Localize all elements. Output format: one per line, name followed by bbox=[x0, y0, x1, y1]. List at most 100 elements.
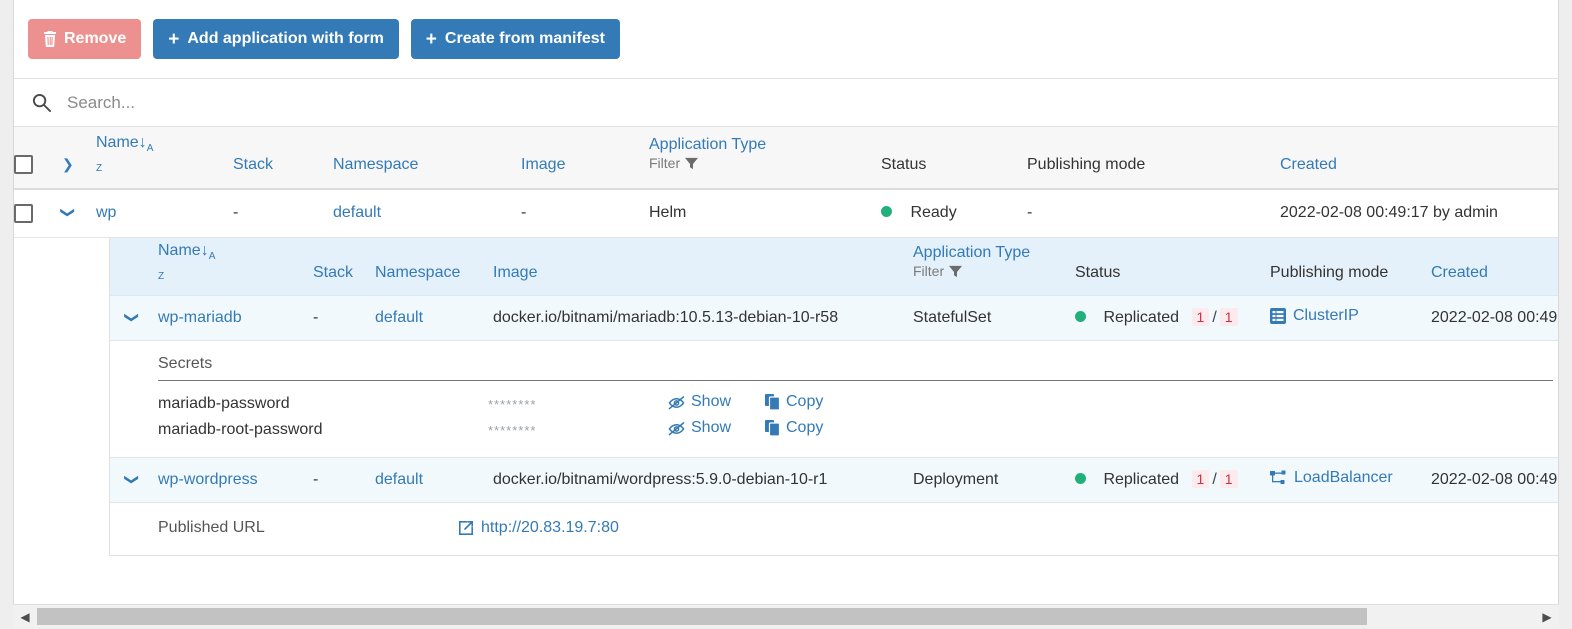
external-link-icon bbox=[458, 520, 474, 536]
published-url-text: http://20.83.19.7:80 bbox=[481, 519, 619, 536]
column-status[interactable]: Status bbox=[881, 127, 1027, 190]
nested-cell-publishing-mode: ClusterIP bbox=[1270, 295, 1431, 341]
cell-namespace: default bbox=[333, 189, 521, 238]
column-publishing-mode[interactable]: Publishing mode bbox=[1027, 127, 1280, 190]
nested-column-namespace[interactable]: Namespace bbox=[375, 237, 493, 296]
namespace-link[interactable]: default bbox=[333, 204, 381, 221]
scroll-left-arrow-icon[interactable]: ◀ bbox=[13, 605, 37, 629]
copy-secret-button[interactable]: Copy bbox=[765, 419, 823, 437]
column-stack[interactable]: Stack bbox=[233, 127, 333, 190]
nested-cell-stack: - bbox=[313, 457, 375, 503]
nested-column-created[interactable]: Created bbox=[1431, 237, 1558, 296]
column-application-type-label: Application Type bbox=[649, 136, 767, 154]
chevron-down-icon[interactable]: ❯ bbox=[59, 207, 76, 219]
column-created[interactable]: Created bbox=[1280, 127, 1558, 190]
resource-link[interactable]: wp-wordpress bbox=[158, 471, 258, 488]
application-link[interactable]: wp bbox=[96, 204, 116, 221]
nested-cell-namespace: default bbox=[375, 295, 493, 341]
publishing-mode-label: LoadBalancer bbox=[1294, 469, 1393, 486]
column-namespace[interactable]: Namespace bbox=[333, 127, 521, 190]
show-secret-label: Show bbox=[691, 419, 732, 437]
nested-application-type-filter[interactable]: Filter bbox=[913, 263, 963, 280]
published-url-detail-cell: Published URL http://20.83.19.7:80 bbox=[110, 502, 1558, 555]
nested-column-name[interactable]: Name↓A Z bbox=[158, 237, 313, 296]
secret-masked-value: ******** bbox=[488, 422, 537, 438]
show-secret-button[interactable]: Show bbox=[668, 393, 731, 411]
ready-replicas-badge: 1 bbox=[1191, 308, 1210, 326]
publishing-mode-link[interactable]: ClusterIP bbox=[1270, 307, 1359, 325]
status-dot-icon bbox=[1075, 311, 1086, 322]
horizontal-scrollbar[interactable]: ◀ ▶ bbox=[13, 604, 1559, 628]
published-url-section: Published URL http://20.83.19.7:80 bbox=[110, 503, 1558, 555]
cell-name: wp bbox=[96, 189, 233, 238]
status-text: Ready bbox=[910, 204, 957, 222]
nested-cell-application-type: StatefulSet bbox=[913, 295, 1075, 341]
nested-panel: Name↓A Z Stack Namespace Image Applicatio… bbox=[109, 237, 1558, 556]
namespace-link[interactable]: default bbox=[375, 471, 423, 488]
chevron-right-icon[interactable]: ❯ bbox=[62, 156, 74, 173]
nested-column-status[interactable]: Status bbox=[1075, 237, 1270, 296]
copy-secret-button[interactable]: Copy bbox=[765, 393, 823, 411]
publishing-mode-link[interactable]: LoadBalancer bbox=[1270, 469, 1393, 487]
table-row[interactable]: ❯ wp - default - Helm Ready - 2022-02-08… bbox=[14, 189, 1558, 238]
search-bar bbox=[14, 79, 1558, 127]
status-text: Replicated bbox=[1103, 309, 1180, 326]
nested-cell-created: 2022-02-08 00:49:1 bbox=[1431, 457, 1558, 503]
nested-column-publishing-mode[interactable]: Publishing mode bbox=[1270, 237, 1431, 296]
nested-column-stack[interactable]: Stack bbox=[313, 237, 375, 296]
status-text: Replicated bbox=[1103, 471, 1180, 488]
nested-table-row[interactable]: ❯ wp-mariadb - default docker.io/bitnami… bbox=[110, 295, 1558, 341]
search-input[interactable] bbox=[65, 91, 665, 114]
clusterip-icon bbox=[1270, 308, 1286, 324]
scrollbar-thumb[interactable] bbox=[37, 607, 1367, 625]
scroll-right-arrow-icon[interactable]: ▶ bbox=[1535, 605, 1559, 629]
column-application-type[interactable]: Application Type Filter bbox=[649, 127, 881, 190]
search-icon bbox=[32, 93, 51, 112]
chevron-down-icon[interactable]: ❯ bbox=[123, 312, 140, 324]
nested-expand-cell: ❯ bbox=[110, 457, 158, 503]
nested-column-image[interactable]: Image bbox=[493, 237, 913, 296]
filter-icon bbox=[949, 265, 963, 278]
applications-table: ❯ Name↓A Z Stack Namespace Image Applicat… bbox=[14, 127, 1558, 556]
chevron-down-icon[interactable]: ❯ bbox=[123, 474, 140, 486]
nested-cell-name: wp-mariadb bbox=[158, 295, 313, 341]
loadbalancer-icon bbox=[1270, 470, 1287, 486]
row-checkbox[interactable] bbox=[14, 203, 33, 223]
row-select-cell bbox=[14, 189, 62, 238]
column-name[interactable]: Name↓A Z bbox=[96, 127, 233, 190]
create-from-manifest-button[interactable]: + Create from manifest bbox=[410, 19, 620, 59]
select-all-cell bbox=[14, 127, 62, 190]
cell-image: - bbox=[521, 189, 649, 238]
trash-icon bbox=[43, 31, 57, 47]
plus-icon: + bbox=[168, 28, 180, 50]
copy-secret-label: Copy bbox=[786, 419, 824, 436]
copy-secret-label: Copy bbox=[786, 393, 824, 410]
published-url-link[interactable]: http://20.83.19.7:80 bbox=[458, 519, 619, 537]
select-all-checkbox[interactable] bbox=[14, 155, 33, 174]
secret-name: mariadb-root-password bbox=[158, 421, 323, 438]
nested-cell-name: wp-wordpress bbox=[158, 457, 313, 503]
resource-link[interactable]: wp-mariadb bbox=[158, 309, 242, 326]
secret-show-cell: Show bbox=[668, 391, 765, 417]
published-url-detail-row: Published URL http://20.83.19.7:80 bbox=[110, 502, 1558, 555]
namespace-link[interactable]: default bbox=[375, 309, 423, 326]
toolbar: Remove + Add application with form + Cre… bbox=[14, 0, 1558, 79]
secrets-detail-cell: Secrets mariadb-password ******** Show C… bbox=[110, 340, 1558, 458]
show-secret-button[interactable]: Show bbox=[668, 419, 731, 437]
nested-cell-stack: - bbox=[313, 295, 375, 341]
plus-icon: + bbox=[425, 28, 437, 50]
column-name-label: Name bbox=[96, 133, 139, 151]
nested-expand-cell: ❯ bbox=[110, 295, 158, 341]
scrollbar-track[interactable] bbox=[37, 605, 1535, 629]
remove-button[interactable]: Remove bbox=[28, 19, 142, 59]
nested-cell-created: 2022-02-08 00:49:1 bbox=[1431, 295, 1558, 341]
secret-masked-value: ******** bbox=[488, 396, 537, 412]
add-application-with-form-button[interactable]: + Add application with form bbox=[153, 19, 399, 59]
nested-column-application-type[interactable]: Application Type Filter bbox=[913, 237, 1075, 296]
nested-header-row: Name↓A Z Stack Namespace Image Applicatio… bbox=[110, 237, 1558, 296]
nested-cell-image: docker.io/bitnami/wordpress:5.9.0-debian… bbox=[493, 457, 913, 503]
column-image[interactable]: Image bbox=[521, 127, 649, 190]
nested-table-row[interactable]: ❯ wp-wordpress - default docker.io/bitna… bbox=[110, 457, 1558, 503]
cell-status: Ready bbox=[881, 189, 1027, 238]
application-type-filter[interactable]: Filter bbox=[649, 155, 699, 172]
